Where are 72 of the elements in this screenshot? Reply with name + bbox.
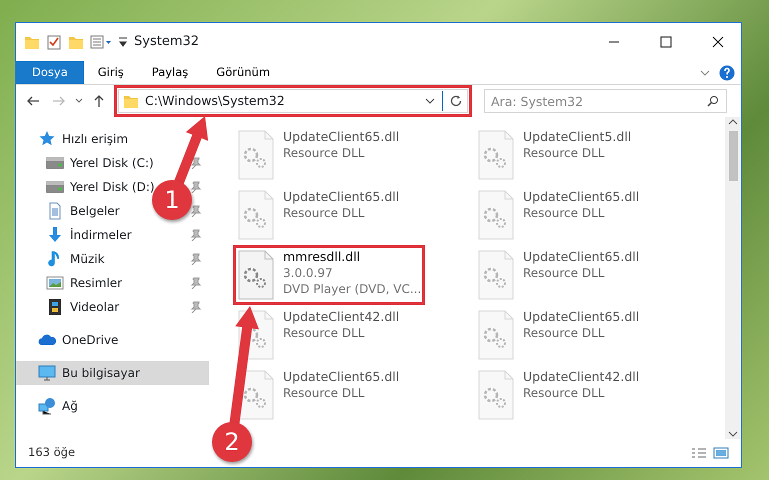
ribbon-tab[interactable]: Görünüm (202, 61, 284, 84)
folder-icon (123, 93, 139, 109)
gear-file-icon[interactable] (237, 249, 275, 301)
sidebar-item[interactable]: Ağ (62, 397, 78, 415)
properties-icon[interactable] (90, 34, 112, 50)
ribbon-tab[interactable]: Giriş (84, 61, 138, 84)
address-bar[interactable]: C:\Windows\System32 (118, 89, 468, 113)
pin-icon[interactable] (189, 277, 201, 289)
up-icon[interactable] (92, 94, 106, 108)
monitor-icon (38, 364, 56, 382)
sidebar-item[interactable]: Yerel Disk (C:) (70, 154, 154, 172)
sidebar-item[interactable]: Bu bilgisayar (16, 361, 209, 385)
down-arrow-icon (46, 226, 64, 244)
pin-icon[interactable] (189, 301, 201, 313)
sidebar-item[interactable]: Resimler (70, 274, 122, 292)
ribbon-tab[interactable]: Paylaş (138, 61, 202, 84)
network-icon (38, 397, 56, 415)
maximize-icon[interactable] (660, 36, 672, 48)
pin-icon[interactable] (189, 157, 201, 169)
sidebar-item[interactable]: Hızlı erişim (62, 130, 128, 148)
file-detail: Resource DLL (283, 385, 366, 401)
file-name[interactable]: UpdateClient65.dll (283, 369, 400, 385)
file-detail: Resource DLL (523, 145, 606, 161)
file-name[interactable]: UpdateClient65.dll (523, 249, 640, 265)
file-name[interactable]: UpdateClient42.dll (523, 369, 640, 385)
sidebar-item[interactable]: Yerel Disk (D:) (70, 178, 155, 196)
back-icon[interactable] (26, 94, 40, 108)
sidebar-item[interactable]: Belgeler (70, 202, 120, 220)
file-detail: Resource DLL (283, 145, 366, 161)
pin-icon[interactable] (189, 181, 201, 193)
file-detail: Resource DLL (523, 325, 606, 341)
file-name[interactable]: mmresdll.dll (283, 249, 422, 265)
close-icon[interactable] (712, 36, 724, 48)
scrollbar-thumb[interactable] (728, 131, 738, 181)
window-title: System32 (134, 33, 200, 52)
drive-icon (46, 154, 64, 172)
sidebar-item[interactable]: Müzik (70, 250, 105, 268)
film-icon (46, 298, 64, 316)
star-icon (38, 130, 56, 148)
search-field[interactable]: Ara: System32 (484, 89, 727, 113)
file-detail: DVD Player (DVD, VC... (283, 281, 422, 297)
file-detail: Resource DLL (283, 205, 366, 221)
picture-icon (46, 274, 64, 292)
sidebar-item[interactable]: OneDrive (62, 331, 118, 349)
search-icon[interactable] (707, 95, 719, 107)
file-name[interactable]: UpdateClient42.dll (283, 309, 400, 325)
sidebar-item[interactable]: İndirmeler (70, 226, 132, 244)
file-detail: Resource DLL (523, 265, 606, 281)
address-path: C:\Windows\System32 (145, 92, 285, 110)
scroll-up-icon[interactable] (728, 117, 738, 127)
pin-icon[interactable] (189, 253, 201, 265)
scroll-down-icon[interactable] (728, 429, 738, 439)
file-name[interactable]: UpdateClient65.dll (523, 189, 640, 205)
checklist-icon[interactable] (46, 34, 62, 50)
file-detail: Resource DLL (283, 325, 366, 341)
details-view-icon[interactable] (691, 447, 707, 459)
pin-icon[interactable] (189, 229, 201, 241)
refresh-icon[interactable] (449, 94, 463, 108)
file-detail: Resource DLL (523, 385, 606, 401)
file-name[interactable]: UpdateClient65.dll (523, 309, 640, 325)
drive-icon (46, 178, 64, 196)
help-icon[interactable] (719, 64, 735, 80)
pin-icon[interactable] (189, 205, 201, 217)
sidebar-item[interactable]: Videolar (70, 298, 120, 316)
file-name[interactable]: UpdateClient65.dll (283, 129, 400, 145)
file-name[interactable]: UpdateClient65.dll (283, 189, 400, 205)
file-detail: Resource DLL (523, 205, 606, 221)
file-detail: 3.0.0.97 (283, 265, 334, 281)
file-name[interactable]: UpdateClient5.dll (523, 129, 632, 145)
item-count: 163 öğe (28, 444, 76, 462)
ribbon-tab[interactable]: Dosya (16, 61, 84, 84)
large-icons-view-icon[interactable] (713, 447, 729, 459)
